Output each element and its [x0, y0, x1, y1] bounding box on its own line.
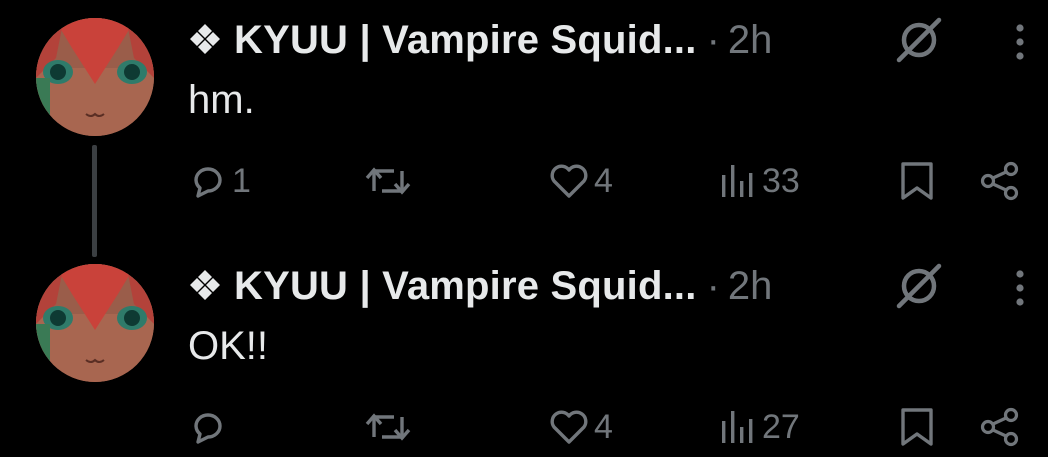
- tweet-1[interactable]: KYUU | Vampire Squid... · 2h hm. 1 4 33: [0, 0, 1048, 240]
- grok-slash-icon[interactable]: [893, 14, 945, 66]
- author-name[interactable]: KYUU | Vampire Squid...: [234, 264, 697, 309]
- diamond-icon: [190, 270, 220, 300]
- views-count: 27: [762, 407, 800, 446]
- timestamp[interactable]: 2h: [728, 264, 773, 309]
- reply-icon: [194, 167, 222, 198]
- header-separator: ·: [706, 17, 720, 62]
- views-count: 33: [762, 161, 800, 200]
- heart-icon: [550, 164, 588, 198]
- like-count: 4: [594, 161, 613, 200]
- heart-icon: [550, 410, 588, 444]
- tweet-2[interactable]: KYUU | Vampire Squid... · 2h OK!! 4 27: [0, 240, 1048, 457]
- vertical-dots-icon[interactable]: [1010, 20, 1030, 64]
- repost-button[interactable]: [364, 402, 412, 452]
- bar-chart-icon: [722, 411, 753, 443]
- header-separator: ·: [706, 263, 720, 308]
- bookmark-button[interactable]: [898, 402, 936, 452]
- action-bar: 4 27: [0, 402, 1048, 452]
- share-icon: [980, 161, 1019, 201]
- share-button[interactable]: [978, 402, 1022, 452]
- grok-slash-icon[interactable]: [893, 260, 945, 312]
- timestamp[interactable]: 2h: [728, 18, 773, 63]
- avatar[interactable]: [36, 18, 154, 136]
- tweet-text: OK!!: [188, 324, 269, 368]
- avatar[interactable]: [36, 264, 154, 382]
- vertical-dots-icon[interactable]: [1010, 266, 1030, 310]
- diamond-icon: [190, 24, 220, 54]
- like-button[interactable]: 4: [548, 402, 613, 452]
- tweet-header: KYUU | Vampire Squid... · 2h: [188, 18, 772, 62]
- views-button[interactable]: 33: [720, 156, 800, 206]
- repost-icon: [365, 167, 411, 195]
- share-button[interactable]: [978, 156, 1022, 206]
- bookmark-icon: [901, 408, 933, 446]
- reply-button[interactable]: [188, 402, 232, 452]
- tweet-text: hm.: [188, 78, 255, 122]
- action-bar: 1 4 33: [0, 156, 1048, 206]
- bookmark-button[interactable]: [898, 156, 936, 206]
- bar-chart-icon: [722, 165, 753, 197]
- author-name[interactable]: KYUU | Vampire Squid...: [234, 18, 697, 63]
- reply-count: 1: [232, 161, 251, 200]
- views-button[interactable]: 27: [720, 402, 800, 452]
- reply-button[interactable]: 1: [188, 156, 251, 206]
- share-icon: [980, 407, 1019, 447]
- bookmark-icon: [901, 162, 933, 200]
- like-count: 4: [594, 407, 613, 446]
- tweet-header: KYUU | Vampire Squid... · 2h: [188, 264, 772, 308]
- repost-icon: [365, 413, 411, 441]
- repost-button[interactable]: [364, 156, 412, 206]
- like-button[interactable]: 4: [548, 156, 613, 206]
- reply-icon: [194, 413, 222, 444]
